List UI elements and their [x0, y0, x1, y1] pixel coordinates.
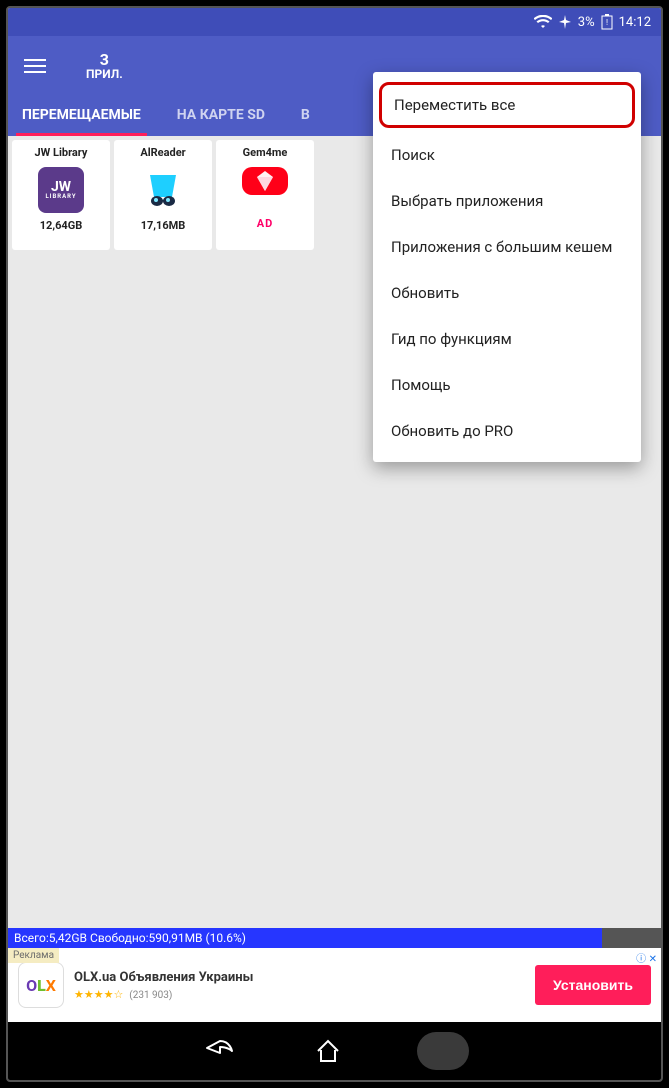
app-icon: JWLIBRARY — [38, 167, 84, 213]
svg-text:!: ! — [606, 18, 608, 27]
status-bar: 3% ! 14:12 — [8, 8, 661, 36]
app-icon — [242, 167, 288, 195]
menu-refresh[interactable]: Обновить — [373, 270, 641, 316]
recents-button[interactable] — [417, 1032, 469, 1070]
nav-bar — [8, 1022, 661, 1080]
tab-movable[interactable]: ПЕРЕМЕЩАЕМЫЕ — [16, 97, 147, 136]
app-size: 12,64GB — [40, 219, 82, 232]
app-card-gem4me[interactable]: Gem4me AD — [216, 140, 314, 250]
ad-logo: OLX — [18, 962, 64, 1008]
app-icon — [140, 167, 186, 213]
app-ad-label: AD — [247, 201, 284, 246]
menu-upgrade-pro[interactable]: Обновить до PRO — [373, 408, 641, 454]
app-card-alreader[interactable]: AlReader 17,16MB — [114, 140, 212, 250]
menu-select-apps[interactable]: Выбрать приложения — [373, 178, 641, 224]
app-count: 3 ПРИЛ. — [86, 51, 123, 82]
battery-icon: ! — [601, 14, 613, 30]
install-button[interactable]: Установить — [535, 965, 651, 1005]
hamburger-icon[interactable] — [24, 52, 52, 80]
ad-banner[interactable]: Реклама ⓘ ✕ OLX OLX.ua Объявления Украин… — [8, 948, 661, 1022]
app-size: 17,16MB — [141, 219, 186, 232]
ad-text: OLX.ua Объявления Украины ★★★★☆ (231 903… — [74, 970, 535, 1001]
storage-text: Всего:5,42GB Свободно:590,91MB (10.6%) — [14, 931, 246, 945]
clock: 14:12 — [619, 15, 651, 30]
battery-percent: 3% — [578, 15, 595, 30]
menu-search[interactable]: Поиск — [373, 132, 641, 178]
storage-bar: Всего:5,42GB Свободно:590,91MB (10.6%) — [8, 928, 661, 948]
home-button[interactable] — [309, 1032, 347, 1070]
ad-label: Реклама — [8, 948, 59, 963]
overflow-menu: Переместить все Поиск Выбрать приложения… — [373, 72, 641, 462]
tab-sdcard[interactable]: НА КАРТЕ SD — [171, 97, 271, 136]
app-name: Gem4me — [243, 146, 288, 159]
tab-other[interactable]: В — [295, 97, 316, 136]
wifi-icon — [534, 15, 552, 29]
ad-stars: ★★★★☆ — [74, 988, 123, 1001]
back-button[interactable] — [201, 1032, 239, 1070]
menu-guide[interactable]: Гид по функциям — [373, 316, 641, 362]
app-card-jwlibrary[interactable]: JW Library JWLIBRARY 12,64GB — [12, 140, 110, 250]
ad-count: (231 903) — [129, 990, 172, 1001]
ad-title: OLX.ua Объявления Украины — [74, 970, 535, 985]
app-name: AlReader — [140, 146, 185, 159]
airplane-icon — [558, 15, 572, 29]
menu-move-all[interactable]: Переместить все — [379, 82, 635, 128]
app-name: JW Library — [35, 146, 88, 159]
menu-help[interactable]: Помощь — [373, 362, 641, 408]
menu-large-cache[interactable]: Приложения с большим кешем — [373, 224, 641, 270]
adchoices-icon[interactable]: ⓘ ✕ — [636, 950, 657, 965]
